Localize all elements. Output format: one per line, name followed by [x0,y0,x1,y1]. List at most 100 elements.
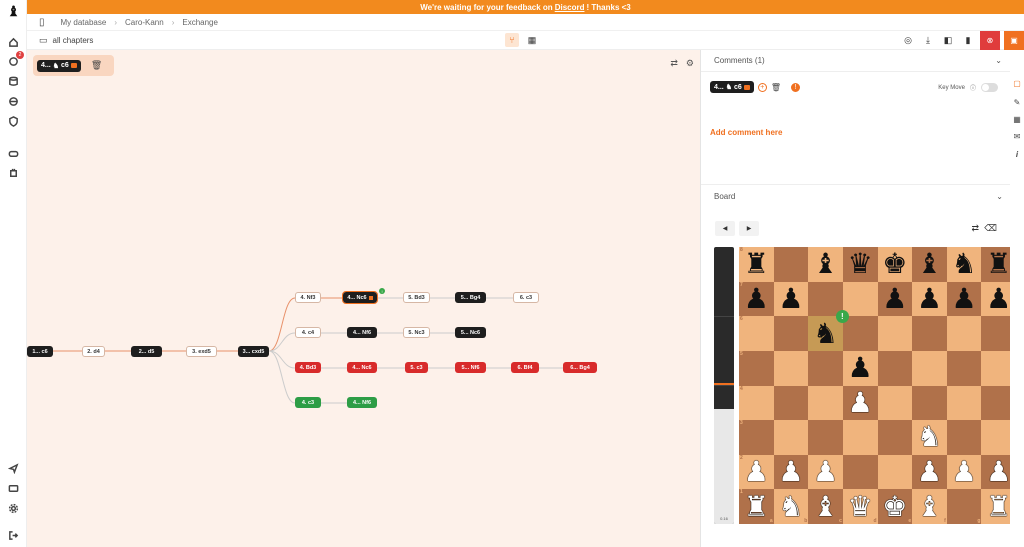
square-c3[interactable] [808,420,843,455]
white-king-icon[interactable]: ♚ [882,492,907,521]
square-d5[interactable]: ♟ [842,350,878,386]
black-rook-icon[interactable]: ♜ [986,250,1011,278]
chevron-down-icon[interactable]: ⌄ [995,56,1002,65]
square-b2[interactable]: ♟ [773,454,809,490]
square-f8[interactable]: ♝ [912,247,947,282]
discard-button[interactable]: ⊗ [980,30,1000,50]
square-f6[interactable] [912,316,947,351]
square-f4[interactable] [912,385,947,421]
add-icon[interactable]: + [757,82,767,92]
black-rook-icon[interactable]: ♜ [744,250,769,278]
black-king-icon[interactable]: ♚ [882,250,907,278]
square-a5[interactable]: 5 [739,350,774,386]
square-f1[interactable]: f ♝ [912,489,947,524]
white-knight-icon[interactable]: ♞ [778,492,803,521]
tree-node[interactable]: 4... Nf6 [347,397,377,408]
tree-node[interactable]: 5... Nc6 [455,327,486,338]
send-icon[interactable] [6,461,21,476]
square-f3[interactable]: ♞ [912,420,947,455]
split-icon[interactable]: ▮ [960,33,976,47]
key-move-toggle[interactable] [981,83,998,92]
download-icon[interactable]: ⤓ [920,33,936,47]
settings-icon[interactable] [6,501,21,516]
black-queen-icon[interactable]: ♛ [848,250,873,278]
square-c5[interactable] [808,350,843,386]
square-c6[interactable]: ♞! [808,310,849,351]
tree-node[interactable]: 3. exd5 [186,346,217,357]
tree-node[interactable]: 4... Nf6 [347,327,377,338]
white-pawn-icon[interactable]: ♟ [778,458,803,486]
square-e5[interactable] [877,350,913,386]
comment-move-chip[interactable]: 4... ♞ c6 [710,81,754,93]
comment-tab-icon[interactable]: ▢ [1012,78,1022,88]
board-view-icon[interactable]: ▦ [525,33,539,47]
database-icon[interactable] [6,74,21,89]
breadcrumb-item[interactable]: Exchange [182,18,218,27]
engine-icon[interactable] [6,166,21,181]
notifications-icon[interactable]: 2 [6,51,24,69]
tree-node[interactable]: 4. Bd3 [295,362,321,373]
white-pawn-icon[interactable]: ♟ [917,458,942,486]
square-a8[interactable]: 8 ♜ [739,247,774,282]
square-g5[interactable] [946,350,982,386]
white-knight-icon[interactable]: ♞ [917,423,942,451]
panel-icon[interactable]: ◧ [940,33,956,47]
sidebar-toggle-icon[interactable]: ▯ [39,17,45,28]
square-d8[interactable]: ♛ [842,247,878,282]
edit-tab-icon[interactable]: ✎ [1012,97,1022,107]
annotation-icon[interactable]: ! [790,82,800,92]
square-b7[interactable]: ♟ [773,281,809,317]
square-d3[interactable] [842,420,878,455]
tree-node[interactable]: 3... cxd5 [238,346,269,357]
white-bishop-icon[interactable]: ♝ [813,492,838,521]
tree-node[interactable]: 6... Bg4 [563,362,597,373]
discord-link[interactable]: Discord [555,3,585,12]
square-b8[interactable] [773,247,809,282]
keyboard-icon[interactable] [6,481,21,496]
square-g6[interactable] [946,316,982,351]
white-pawn-icon[interactable]: ♟ [848,388,873,417]
square-a6[interactable]: 6 [739,316,774,351]
square-a1[interactable]: 1 a ♜ [739,489,774,524]
black-bishop-icon[interactable]: ♝ [917,250,942,278]
square-a7[interactable]: 7 ♟ [739,281,774,317]
add-comment-input[interactable]: Add comment here [710,128,782,137]
square-e6[interactable] [877,316,913,351]
square-g2[interactable]: ♟ [946,454,982,490]
chapters-selector[interactable]: ▭ all chapters [27,35,93,46]
board-header[interactable]: Board ⌄ [701,185,1011,207]
app-logo-icon[interactable]: ♝ [6,3,21,19]
square-d6[interactable] [842,316,878,351]
breadcrumb-item[interactable]: My database [61,18,107,27]
info-tab-icon[interactable]: i [1012,149,1022,159]
board-tab-icon[interactable]: ▦ [1012,114,1022,124]
tree-node[interactable]: 1... c6 [27,346,53,357]
white-pawn-icon[interactable]: ♟ [813,458,838,486]
tree-node[interactable]: 4. c4 [295,327,321,338]
black-pawn-icon[interactable]: ♟ [917,284,942,313]
chevron-down-icon[interactable]: ⌄ [996,192,1003,201]
square-g3[interactable] [946,420,982,455]
square-a4[interactable]: 4 [739,385,774,421]
square-c8[interactable]: ♝ [808,247,843,282]
next-move-button[interactable]: ▶ [739,221,759,236]
square-b5[interactable] [773,350,809,386]
white-pawn-icon[interactable]: ♟ [952,458,977,486]
white-pawn-icon[interactable]: ♟ [744,458,769,486]
square-e7[interactable]: ♟ [877,281,913,317]
chess-board[interactable]: 8 ♜ ♝ ♛ ♚ ♝ ♞ ♜ 7 ♟ ♟ ♟ ♟ ♟ ♟ 6 ♞! 5 ♟ 4 ♟ 3 ♞ 2 ♟ ♟ ♟ ♟ ♟ ♟ 1 a ♜ b ♞ c ♝ d ♛… [739,247,1016,524]
black-pawn-icon[interactable]: ♟ [882,284,907,313]
tree-node[interactable]: 4. c3 [295,397,321,408]
white-rook-icon[interactable]: ♜ [744,492,769,521]
square-g1[interactable]: g [946,489,982,524]
eraser-icon[interactable]: ⌫ [984,223,997,234]
tree-node[interactable]: 4. Nf3 [295,292,321,303]
tree-node[interactable]: 5... Nf6 [455,362,486,373]
gamepad-icon[interactable] [6,146,21,161]
black-pawn-icon[interactable]: ♟ [778,284,803,313]
square-a2[interactable]: 2 ♟ [739,454,774,490]
white-bishop-icon[interactable]: ♝ [917,492,942,521]
globe-icon[interactable] [6,94,21,109]
tree-node[interactable]: 5. Bd3 [403,292,430,303]
home-icon[interactable] [6,35,21,50]
